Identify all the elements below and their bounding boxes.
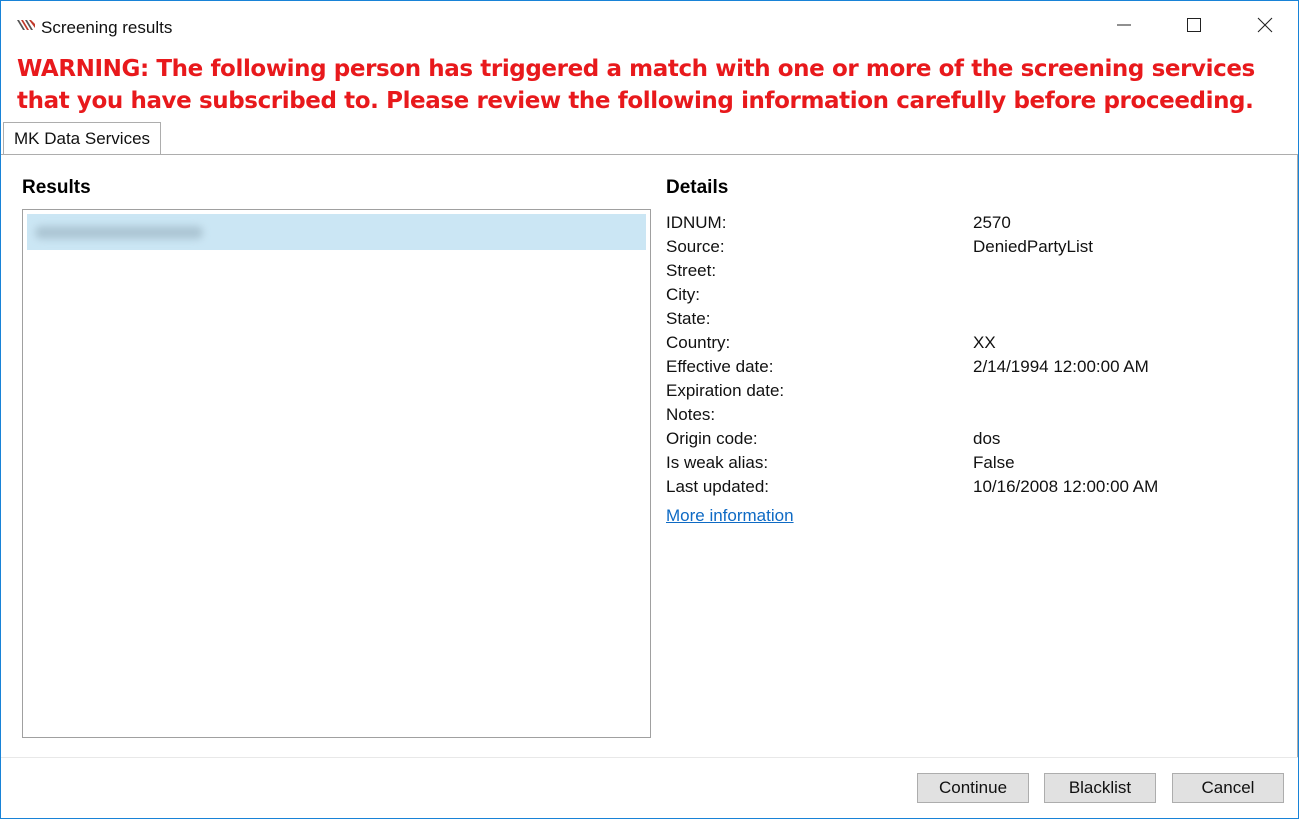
detail-row-street: Street:: [666, 259, 1286, 283]
detail-label: Street:: [666, 261, 717, 280]
warning-message: WARNING: The following person has trigge…: [17, 56, 1255, 114]
detail-row-state: State:: [666, 307, 1286, 331]
details-panel: IDNUM: 2570 Source: DeniedPartyList Stre…: [666, 211, 1286, 526]
more-information-link[interactable]: More information: [666, 506, 794, 526]
minimize-icon: [1117, 24, 1131, 26]
detail-row-source: Source: DeniedPartyList: [666, 235, 1286, 259]
detail-row-city: City:: [666, 283, 1286, 307]
continue-button[interactable]: Continue: [917, 773, 1029, 803]
detail-value: DeniedPartyList: [973, 237, 1094, 256]
cancel-button[interactable]: Cancel: [1172, 773, 1284, 803]
close-icon: [1257, 17, 1273, 33]
results-list[interactable]: [22, 209, 651, 738]
detail-row-idnum: IDNUM: 2570: [666, 211, 1286, 235]
detail-label: Is weak alias:: [666, 453, 769, 472]
detail-value: XX: [973, 333, 996, 352]
detail-label: Origin code:: [666, 429, 758, 448]
detail-value: 10/16/2008 12:00:00 AM: [973, 477, 1159, 496]
maximize-icon: [1187, 18, 1201, 32]
detail-value: 2570: [973, 213, 1011, 232]
title-bar[interactable]: Screening results: [1, 1, 1298, 41]
detail-row-country: Country: XX: [666, 331, 1286, 355]
tab-content-panel: Results Details IDNUM: 2570 Source: Deni…: [3, 155, 1298, 757]
detail-value: False: [973, 453, 1015, 472]
footer-divider: [1, 757, 1298, 758]
detail-row-is-weak-alias: Is weak alias: False: [666, 451, 1286, 475]
tab-strip: MK Data Services: [1, 122, 1298, 155]
detail-label: Last updated:: [666, 477, 770, 496]
details-heading: Details: [666, 177, 729, 198]
blacklist-button[interactable]: Blacklist: [1044, 773, 1156, 803]
detail-row-origin-code: Origin code: dos: [666, 427, 1286, 451]
detail-label: Country:: [666, 333, 731, 352]
tab-mk-data-services[interactable]: MK Data Services: [3, 122, 162, 154]
detail-label: IDNUM:: [666, 213, 727, 232]
redacted-result-name: [35, 226, 203, 239]
detail-label: State:: [666, 309, 711, 328]
detail-label: Notes:: [666, 405, 716, 424]
results-heading: Results: [22, 177, 91, 198]
result-item-selected[interactable]: [27, 214, 646, 250]
detail-label: Effective date:: [666, 357, 774, 376]
detail-value: 2/14/1994 12:00:00 AM: [973, 357, 1149, 376]
detail-value: dos: [973, 429, 1001, 448]
app-icon: [17, 20, 35, 30]
maximize-button[interactable]: [1171, 9, 1217, 41]
detail-row-effective-date: Effective date: 2/14/1994 12:00:00 AM: [666, 355, 1286, 379]
detail-label: City:: [666, 285, 700, 304]
detail-row-notes: Notes:: [666, 403, 1286, 427]
detail-row-last-updated: Last updated: 10/16/2008 12:00:00 AM: [666, 475, 1286, 499]
window-title: Screening results: [41, 18, 173, 37]
close-button[interactable]: [1242, 9, 1288, 41]
screening-results-window: Screening results WARNING: The following…: [0, 0, 1299, 819]
minimize-button[interactable]: [1101, 9, 1147, 41]
detail-row-expiration-date: Expiration date:: [666, 379, 1286, 403]
detail-label: Source:: [666, 237, 725, 256]
detail-label: Expiration date:: [666, 381, 785, 400]
